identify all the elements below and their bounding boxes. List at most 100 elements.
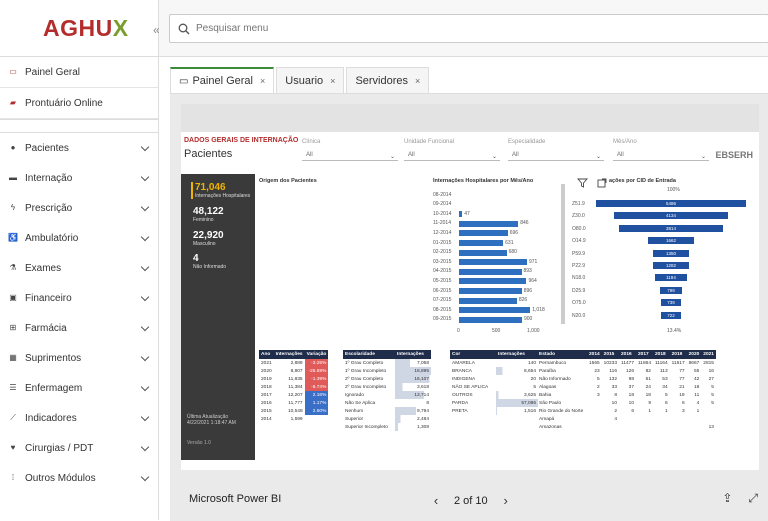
column-header[interactable]: 2021 [701,350,716,359]
close-icon[interactable]: × [330,76,335,86]
close-icon[interactable]: × [260,76,265,86]
column-header[interactable]: 2019 [669,350,687,359]
column-header[interactable]: 2018 [652,350,670,359]
chevron-down-icon [140,322,150,332]
tab-servidores[interactable]: Servidores × [346,67,430,93]
column-header[interactable]: Escolaridade [343,350,395,359]
funnel-bar[interactable]: 5486 [596,200,746,207]
column-header[interactable]: 2016 [619,350,636,359]
bar[interactable] [459,249,507,256]
bar-value-label: 680 [508,249,517,256]
bar[interactable] [459,307,531,314]
nav-item-indicadores[interactable]: ⟋ Indicadores [0,403,158,433]
bar[interactable] [459,316,522,323]
nav-item-outros-módulos[interactable]: ⁞ Outros Módulos [0,463,158,493]
nav-item-farmácia[interactable]: ⊞ Farmácia [0,313,158,343]
nav-item-suprimentos[interactable]: ▦ Suprimentos [0,343,158,373]
bar-chart-scrollbar[interactable] [561,184,565,324]
nav-item-cirurgias-pdt[interactable]: ♥ Cirurgias / PDT [0,433,158,463]
table-cell: BRANCA [452,368,472,374]
search-box[interactable] [169,14,768,43]
chevron-down-icon: ⌄ [492,154,498,160]
table-cell: -3.25% [304,359,329,367]
nav-item-exames[interactable]: ⚗ Exames [0,253,158,283]
table-cell: -1.39% [304,375,329,383]
bar[interactable] [459,220,519,227]
funnel-bar[interactable]: 722 [661,311,681,319]
bar[interactable] [459,268,522,275]
column-header[interactable]: Ano [259,350,274,359]
nav-item-prescrição[interactable]: ϟ Prescrição [0,193,158,223]
table-row: OUTROS 3,625 [450,391,538,399]
table-cell: 53 [662,376,668,382]
funnel-bar[interactable]: 1662 [648,237,694,245]
column-header[interactable]: Cor [450,350,496,359]
bar[interactable] [459,297,517,304]
table-row: 2º Grau Completo 16,107 [343,375,431,383]
column-header[interactable]: Internações [496,350,538,359]
table-cell: 61 [645,376,651,382]
column-header[interactable]: Variação [304,350,329,359]
sidebar: AGHUX « ▭ Painel Geral ▰ Prontuário Online … [0,0,160,520]
share-icon[interactable]: ⇪ [722,491,732,505]
filter-3[interactable]: Mês/Ano All ⌄ [613,139,709,161]
table-cell: 5 [711,392,714,398]
table-row: 2020 8,807 -25.59% [259,367,329,375]
bar-category-label: 04-2015 [433,268,452,275]
bar-value-label: 893 [523,268,532,275]
table-cell: 2.50% [304,407,329,415]
powerbi-brand[interactable]: Microsoft Power BI [189,493,281,505]
nav-item-painel-geral[interactable]: ▭ Painel Geral [0,57,158,88]
nav-item-ambulatório[interactable]: ♿ Ambulatório [0,223,158,253]
funnel-top-pct: 100% [667,187,680,193]
version-label: Versão 1.0 [187,440,211,446]
column-header[interactable]: 2020 [686,350,702,359]
filter-2[interactable]: Especialidade All ⌄ [508,139,604,161]
column-header[interactable]: Internações [395,350,431,359]
funnel-bar[interactable]: 739 [660,299,682,307]
close-icon[interactable]: × [415,76,420,86]
tab-painel-geral[interactable]: ▭ Painel Geral × [170,67,275,93]
app-logo[interactable]: AGHUX [0,0,158,57]
money-icon: ▣ [9,293,17,302]
filter-0[interactable]: Clínica All ⌄ [302,139,398,161]
funnel-bar[interactable]: 4134 [614,212,728,220]
table-row: Não Se Aplica 8 [343,399,431,407]
bar-category-label: 05-2015 [433,277,452,284]
funnel-bar[interactable]: 1194 [654,274,688,282]
funnel-bar[interactable]: 3814 [618,224,724,232]
nav-item-financeiro[interactable]: ▣ Financeiro [0,283,158,313]
search-input[interactable] [196,23,696,34]
table-row: São Paulo 10 10 9 6 6 4 5 [537,399,716,407]
bar[interactable] [459,288,522,294]
focus-mode-icon[interactable] [597,178,607,188]
bar[interactable] [459,259,527,266]
funnel-bar[interactable]: 1350 [652,249,690,257]
next-page-button[interactable]: › [500,493,512,508]
table-cell: 8,807 [290,368,303,374]
filter-icon[interactable] [577,178,588,188]
tab-usuario[interactable]: Usuario × [276,67,345,93]
nav-item-pacientes[interactable]: ● Pacientes [0,133,158,163]
bar[interactable] [459,278,527,285]
origin-title: Origem dos Pacientes [259,178,317,184]
funnel-bar[interactable]: 799 [660,286,682,294]
nav-item-enfermagem[interactable]: ☰ Enfermagem [0,373,158,403]
column-header[interactable]: Internações [273,350,305,359]
table-cell: 11164 [654,360,668,366]
fullscreen-icon[interactable]: ⤢ [748,491,758,505]
nav-item-prontuário-online[interactable]: ▰ Prontuário Online [0,88,158,119]
filter-1[interactable]: Unidade Funcional All ⌄ [404,139,500,161]
table-row: Nenhum 9,794 [343,407,431,415]
bar[interactable] [459,211,463,218]
column-header[interactable]: 2015 [601,350,620,359]
table-cell: 77 [679,368,685,374]
nav-item-internação[interactable]: ▬ Internação [0,163,158,193]
bar[interactable] [459,230,508,237]
bar[interactable] [459,240,504,246]
prev-page-button[interactable]: ‹ [430,493,442,508]
column-header[interactable]: Estado [537,350,587,359]
column-header[interactable]: 2014 [587,350,602,359]
funnel-bar[interactable]: 1282 [653,262,689,269]
column-header[interactable]: 2017 [636,350,653,359]
